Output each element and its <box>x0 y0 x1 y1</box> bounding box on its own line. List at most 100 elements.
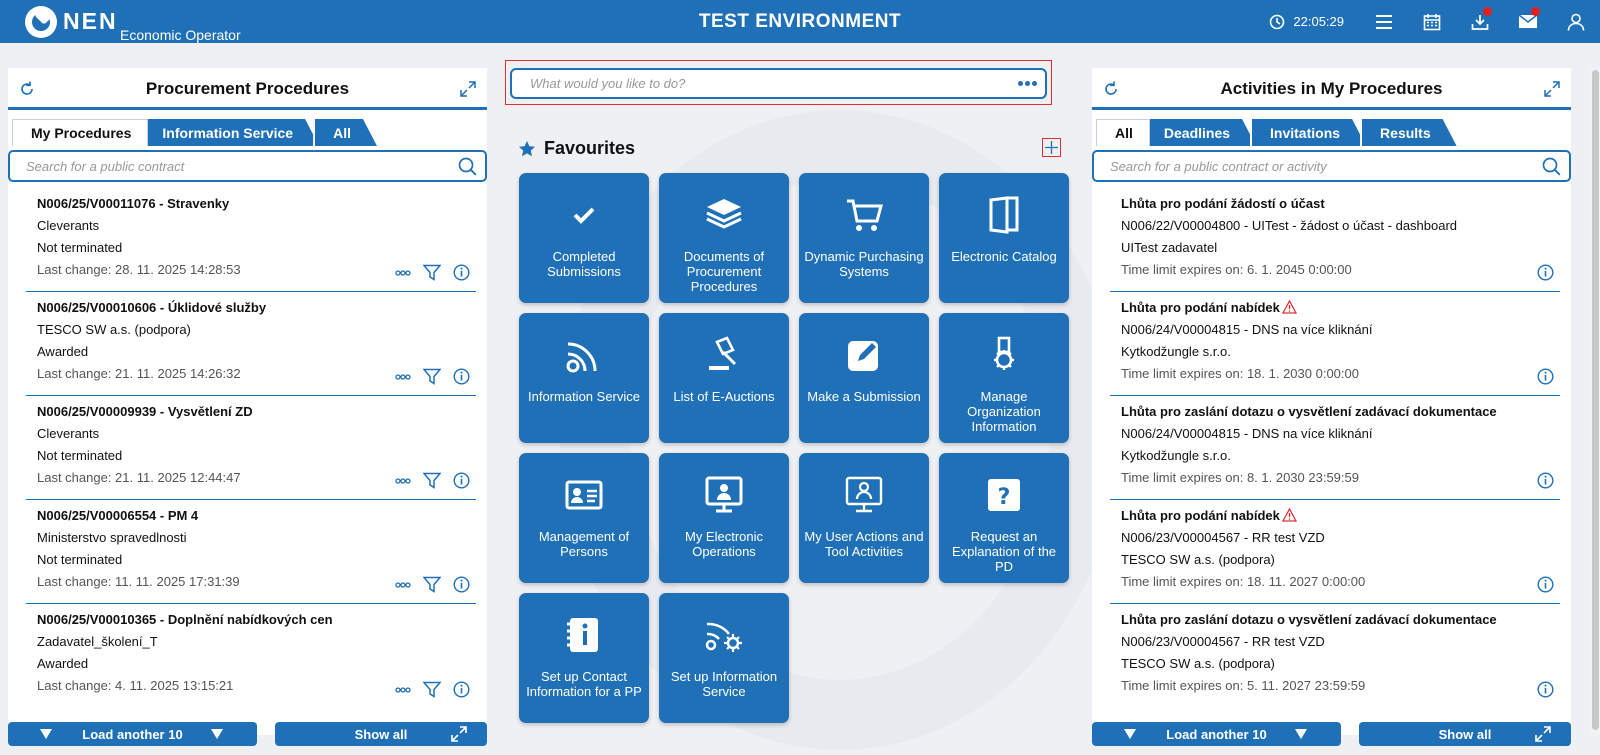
messages-button[interactable] <box>1504 0 1552 43</box>
list-item[interactable]: N006/25/V00006554 - PM 4 Ministerstvo sp… <box>26 500 476 604</box>
procedure-title[interactable]: N006/25/V00010606 - Úklidové služby <box>37 297 476 319</box>
expand-icon <box>1535 726 1551 742</box>
list-item[interactable]: N006/25/V00009939 - Vysvětlení ZD Clever… <box>26 396 476 500</box>
activity-org: Kytkodžungle s.r.o. <box>1121 344 1231 359</box>
tile-label: Management of Persons <box>538 529 630 559</box>
activity-search-input[interactable] <box>1110 152 1530 180</box>
tab-results[interactable]: Results <box>1360 119 1457 146</box>
user-icon <box>1567 13 1585 31</box>
calendar-button[interactable] <box>1408 0 1456 43</box>
list-item[interactable]: Lhůta pro zaslání dotazu o vysvětlení za… <box>1110 604 1560 708</box>
filter-icon[interactable] <box>423 368 441 385</box>
activity-title[interactable]: Lhůta pro zaslání dotazu o vysvětlení za… <box>1121 612 1497 627</box>
info-icon[interactable] <box>1537 472 1554 489</box>
procedure-title[interactable]: N006/25/V00006554 - PM 4 <box>37 505 476 527</box>
search-icon[interactable] <box>458 157 477 181</box>
list-item[interactable]: Lhůta pro zaslání dotazu o vysvětlení za… <box>1110 396 1560 500</box>
tile-my-user-actions[interactable]: My User Actions and Tool Activities <box>799 453 929 583</box>
list-item[interactable]: N006/25/V00011076 - Stravenky Cleverants… <box>26 188 476 292</box>
scrollbar-thumb[interactable] <box>1592 70 1599 730</box>
activity-title[interactable]: Lhůta pro podání žádostí o účast <box>1121 196 1325 211</box>
add-favourite-button[interactable] <box>1042 138 1061 157</box>
info-icon[interactable] <box>1537 576 1554 593</box>
user-profile-button[interactable] <box>1552 0 1600 43</box>
info-icon[interactable] <box>453 264 470 281</box>
activity-title[interactable]: Lhůta pro zaslání dotazu o vysvětlení za… <box>1121 404 1497 419</box>
more-icon[interactable] <box>395 269 411 276</box>
tab-invitations[interactable]: Invitations <box>1250 119 1366 146</box>
more-icon[interactable] <box>395 686 411 693</box>
expand-icon <box>451 726 467 742</box>
check-icon <box>569 195 599 235</box>
filter-icon[interactable] <box>423 472 441 489</box>
activity-title[interactable]: Lhůta pro podání nabídek <box>1121 300 1280 315</box>
action-search-input[interactable] <box>530 70 1010 97</box>
top-bar: NEN Economic Operator TEST ENVIRONMENT 2… <box>0 0 1600 43</box>
procurement-procedures-panel: Procurement Procedures My Procedures Inf… <box>8 68 487 746</box>
info-icon[interactable] <box>1537 264 1554 281</box>
tile-request-explanation[interactable]: ? Request an Explanation of the PD <box>939 453 1069 583</box>
info-icon[interactable] <box>453 472 470 489</box>
info-icon[interactable] <box>1537 681 1554 698</box>
procedure-search-input[interactable] <box>26 152 446 180</box>
more-icon[interactable] <box>395 581 411 588</box>
list-item[interactable]: Lhůta pro podání nabídek N006/23/V000045… <box>1110 500 1560 604</box>
tile-management-of-persons[interactable]: Management of Persons <box>519 453 649 583</box>
tile-completed-submissions[interactable]: Completed Submissions <box>519 173 649 303</box>
info-icon[interactable] <box>1537 368 1554 385</box>
activities-panel: Activities in My Procedures All Deadline… <box>1092 68 1571 746</box>
tile-information-service[interactable]: Information Service <box>519 313 649 443</box>
list-item[interactable]: Lhůta pro podání žádostí o účast N006/22… <box>1110 188 1560 292</box>
more-icon[interactable] <box>395 373 411 380</box>
contact-book-icon <box>566 615 602 655</box>
list-item[interactable]: Lhůta pro podání nabídek N006/24/V000048… <box>1110 292 1560 396</box>
show-all-button[interactable]: Show all <box>275 722 487 746</box>
downloads-button[interactable] <box>1456 0 1504 43</box>
tile-documents-of-procurement[interactable]: Documents of Procurement Procedures <box>659 173 789 303</box>
tile-label: Documents of Procurement Procedures <box>683 249 765 294</box>
list-item[interactable]: N006/25/V00010606 - Úklidové služby TESC… <box>26 292 476 396</box>
tile-set-up-contact-information[interactable]: Set up Contact Information for a PP <box>519 593 649 723</box>
tab-all[interactable]: All <box>313 119 377 146</box>
list-item[interactable]: N006/25/V00010365 - Doplnění nabídkových… <box>26 604 476 708</box>
tile-dynamic-purchasing[interactable]: Dynamic Purchasing Systems <box>799 173 929 303</box>
load-more-button[interactable]: Load another 10 <box>8 722 257 746</box>
procedure-title[interactable]: N006/25/V00010365 - Doplnění nabídkových… <box>37 609 476 631</box>
tile-my-electronic-operations[interactable]: My Electronic Operations <box>659 453 789 583</box>
tile-manage-organization[interactable]: Manage Organization Information <box>939 313 1069 443</box>
procedure-status: Awarded <box>37 344 89 359</box>
tile-label: Electronic Catalog <box>951 249 1057 264</box>
expand-icon[interactable] <box>459 80 477 103</box>
info-icon[interactable] <box>453 576 470 593</box>
filter-icon[interactable] <box>423 264 441 281</box>
activity-procedure: N006/24/V00004815 - DNS na více kliknání <box>1121 322 1373 337</box>
page-scrollbar[interactable] <box>1590 68 1600 735</box>
search-icon[interactable] <box>1542 157 1561 181</box>
filter-icon[interactable] <box>423 576 441 593</box>
tab-all[interactable]: All <box>1096 119 1150 146</box>
activity-time-limit: Time limit expires on: 8. 1. 2030 23:59:… <box>1121 470 1359 485</box>
calendar-icon <box>1423 13 1441 30</box>
more-icon[interactable] <box>395 477 411 484</box>
show-all-button[interactable]: Show all <box>1359 722 1571 746</box>
tab-deadlines[interactable]: Deadlines <box>1144 119 1256 146</box>
procedure-title[interactable]: N006/25/V00011076 - Stravenky <box>37 193 476 215</box>
tile-electronic-catalog[interactable]: Electronic Catalog <box>939 173 1069 303</box>
tab-information-service[interactable]: Information Service <box>142 119 319 146</box>
load-more-button[interactable]: Load another 10 <box>1092 722 1341 746</box>
chevron-down-icon <box>211 729 223 739</box>
tile-set-up-information-service[interactable]: Set up Information Service <box>659 593 789 723</box>
info-icon[interactable] <box>453 681 470 698</box>
expand-icon[interactable] <box>1543 80 1561 103</box>
tile-list-of-e-auctions[interactable]: List of E-Auctions <box>659 313 789 443</box>
filter-icon[interactable] <box>423 681 441 698</box>
info-icon[interactable] <box>453 368 470 385</box>
more-options-icon[interactable] <box>1016 81 1037 86</box>
procedure-title[interactable]: N006/25/V00009939 - Vysvětlení ZD <box>37 401 476 423</box>
tab-my-procedures[interactable]: My Procedures <box>12 119 149 146</box>
menu-button[interactable] <box>1360 0 1408 43</box>
activity-procedure: N006/24/V00004815 - DNS na více kliknání <box>1121 426 1373 441</box>
activity-title[interactable]: Lhůta pro podání nabídek <box>1121 508 1280 523</box>
tile-make-a-submission[interactable]: Make a Submission <box>799 313 929 443</box>
load-more-label: Load another 10 <box>82 726 183 742</box>
